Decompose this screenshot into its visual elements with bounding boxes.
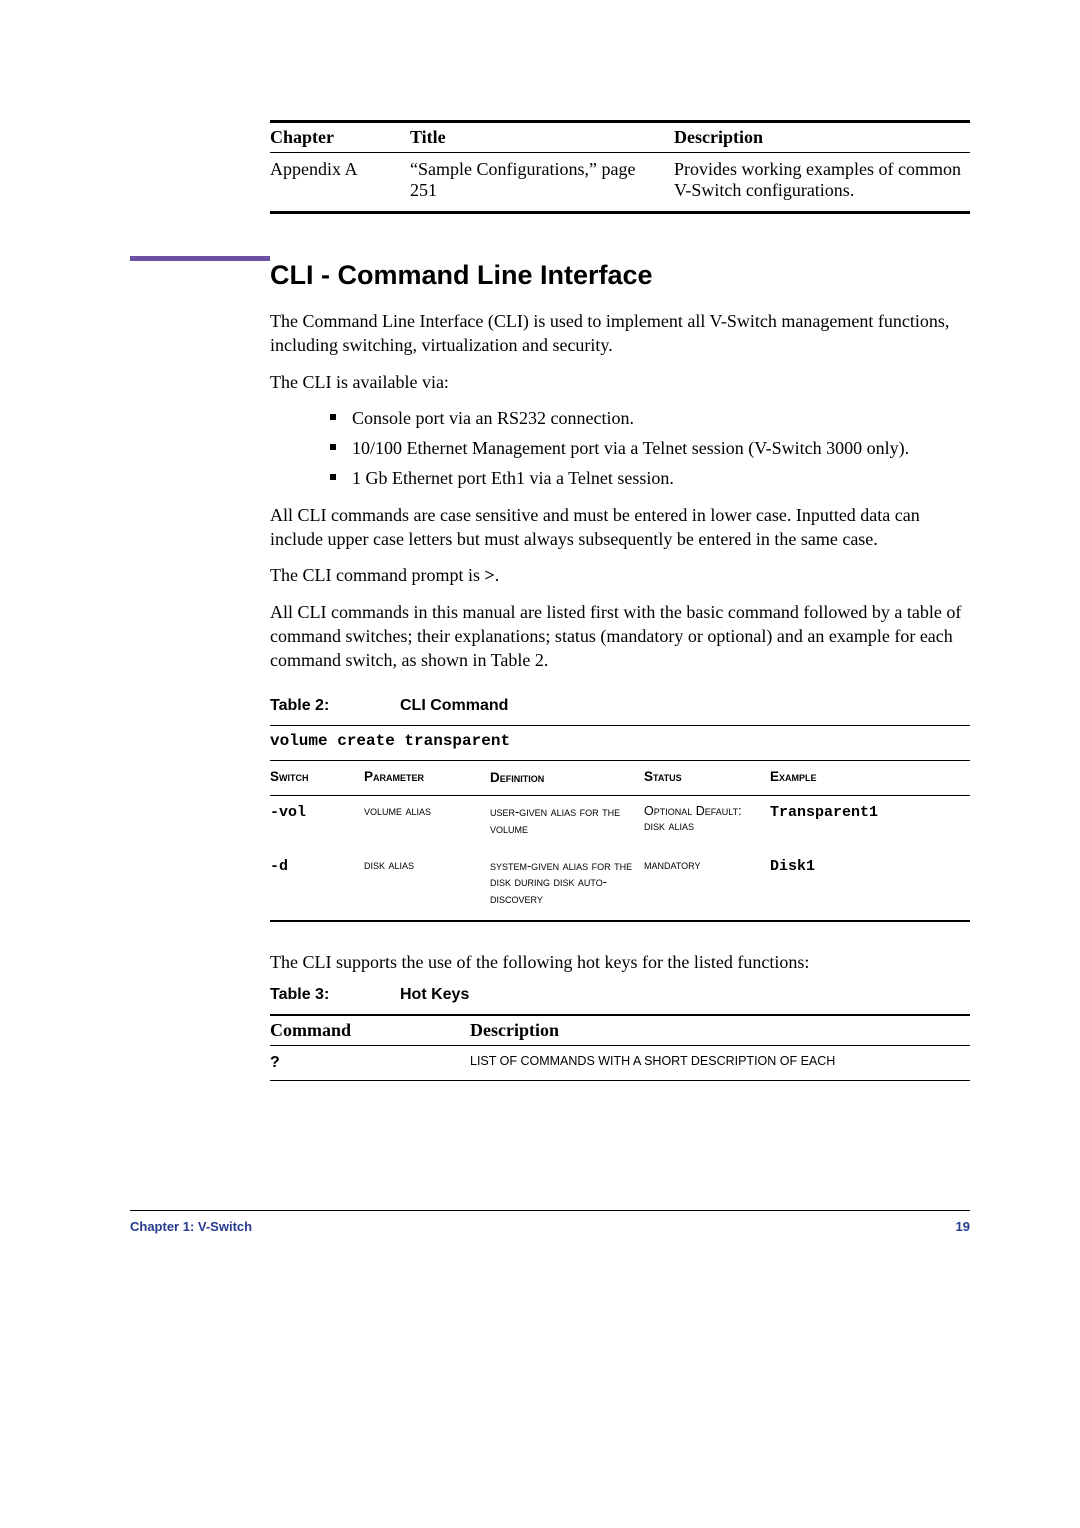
cell-example: Disk1 [770, 858, 970, 909]
list-item: 1 Gb Ethernet port Eth1 via a Telnet ses… [330, 466, 970, 490]
footer-chapter: Chapter 1: V-Switch [130, 1219, 252, 1234]
cell-status: Optional Default: disk alias [644, 804, 770, 838]
paragraph: All CLI commands are case sensitive and … [270, 503, 970, 552]
cell-chapter: Appendix A [270, 159, 410, 201]
col-header: Title [410, 127, 674, 148]
page-content: Chapter Title Description Appendix A “Sa… [0, 0, 1080, 1081]
section-heading: CLI - Command Line Interface [270, 260, 970, 291]
cell-command: ? [270, 1054, 470, 1072]
table-row: -vol volume alias user-given alias for t… [270, 796, 970, 850]
table-header-row: Command Description [270, 1016, 970, 1045]
col-header: Command [270, 1020, 470, 1041]
col-header: Parameter [364, 769, 490, 787]
chapter-table: Chapter Title Description Appendix A “Sa… [270, 120, 970, 214]
caption-title: CLI Command [400, 697, 508, 714]
table-caption: Table 3:Hot Keys [270, 986, 970, 1004]
cell-title: “Sample Configurations,” page 251 [410, 159, 674, 201]
caption-number: Table 2: [270, 697, 400, 715]
cell-switch: -d [270, 858, 364, 909]
table-header-row: Chapter Title Description [270, 123, 970, 152]
table-row: -d disk alias system-given alias for the… [270, 850, 970, 921]
list-item: Console port via an RS232 connection. [330, 406, 970, 430]
cell-parameter: volume alias [364, 804, 490, 838]
paragraph: All CLI commands in this manual are list… [270, 600, 970, 673]
list-item: 10/100 Ethernet Management port via a Te… [330, 436, 970, 460]
footer-page-number: 19 [956, 1219, 970, 1234]
section-marker [130, 256, 270, 261]
cell-description: list of commands with a short descriptio… [470, 1054, 970, 1072]
text-fragment: . [495, 565, 500, 585]
col-header: Definition [490, 769, 644, 787]
paragraph: The CLI command prompt is >. [270, 563, 970, 587]
col-header: Status [644, 769, 770, 787]
cell-description: Provides working examples of common V-Sw… [674, 159, 970, 201]
col-header: Example [770, 769, 970, 787]
bullet-list: Console port via an RS232 connection. 10… [330, 406, 970, 491]
table-caption: Table 2:CLI Command [270, 697, 970, 715]
page-footer: Chapter 1: V-Switch 19 [130, 1210, 970, 1234]
col-header: Description [470, 1020, 970, 1041]
cell-switch: -vol [270, 804, 364, 838]
cell-definition: system-given alias for the disk during d… [490, 858, 644, 909]
cell-parameter: disk alias [364, 858, 490, 909]
caption-title: Hot Keys [400, 986, 469, 1003]
prompt-symbol: > [484, 565, 494, 585]
cell-status: mandatory [644, 858, 770, 909]
cell-example: Transparent1 [770, 804, 970, 838]
cli-command: volume create transparent [270, 732, 970, 750]
text-fragment: The CLI command prompt is [270, 565, 484, 585]
col-header: Switch [270, 769, 364, 787]
table-row: Appendix A “Sample Configurations,” page… [270, 153, 970, 211]
caption-number: Table 3: [270, 986, 400, 1004]
table-header-row: Switch Parameter Definition Status Examp… [270, 761, 970, 795]
table-row: ? list of commands with a short descript… [270, 1046, 970, 1080]
cell-definition: user-given alias for the volume [490, 804, 644, 838]
paragraph: The Command Line Interface (CLI) is used… [270, 309, 970, 358]
paragraph: The CLI supports the use of the followin… [270, 950, 970, 974]
col-header: Description [674, 127, 970, 148]
cli-switch-table: Switch Parameter Definition Status Examp… [270, 760, 970, 923]
paragraph: The CLI is available via: [270, 370, 970, 394]
col-header: Chapter [270, 127, 410, 148]
